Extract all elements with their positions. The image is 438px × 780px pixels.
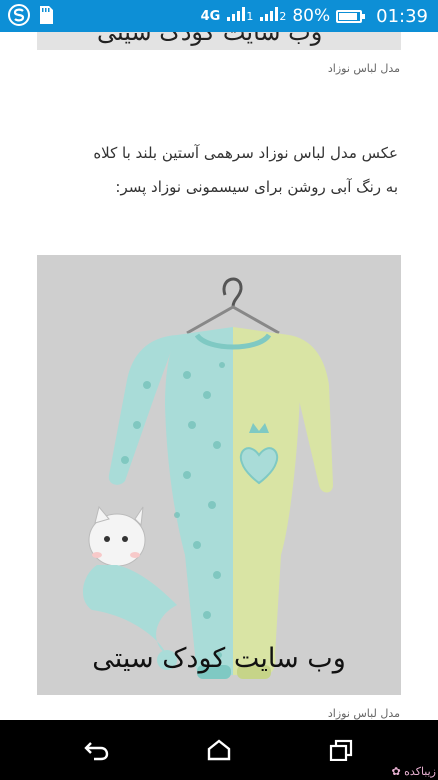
paragraph-line: به رنگ آبی روشن برای سیسمونی نوزاد پسر: [115,178,398,196]
article-image-top: وب سایت کودک سیتی [37,32,401,50]
battery-percent: 80% [292,6,331,26]
back-button[interactable] [79,734,115,766]
flower-icon: ✿ [391,765,401,778]
image-caption: مدل لباس نوزاد [327,707,400,720]
network-type: 4G [200,8,221,24]
app-s-icon [8,4,30,30]
recents-icon [329,739,353,761]
article-paragraph: عکس مدل لباس نوزاد سرهمی آستین بلند با ک… [37,136,398,204]
image-caption: مدل لباس نوزاد [327,62,400,75]
battery-icon [336,9,366,23]
sim1-label: 1 [246,9,254,23]
clock: 01:39 [376,5,428,27]
sim2-label: 2 [279,9,287,23]
recents-button[interactable] [323,734,359,766]
back-icon [84,742,109,761]
paragraph-line: عکس مدل لباس نوزاد سرهمی آستین بلند با ک… [93,144,398,162]
status-bar: 4G 1 2 80% 01:39 [0,0,438,32]
onesie-illustration [82,277,333,679]
sd-card-icon [38,5,54,29]
navigation-bar: ✿ زیباکده [0,720,438,780]
site-logo: ✿ زیباکده [391,765,436,778]
home-icon [207,739,231,761]
image-watermark: وب سایت کودک سیتی [92,643,346,674]
status-right: 4G 1 2 80% 01:39 [201,0,428,32]
home-button[interactable] [201,734,237,766]
hanger-icon [186,277,280,335]
status-left [8,4,54,30]
article-content[interactable]: وب سایت کودک سیتی مدل لباس نوزاد عکس مدل… [0,32,438,720]
logo-text: زیباکده [404,765,436,778]
image-watermark: وب سایت کودک سیتی [97,32,323,46]
article-image-onesie[interactable]: وب سایت کودک سیتی [37,255,401,695]
signal-icon [259,6,279,27]
signal-icon [226,6,246,27]
